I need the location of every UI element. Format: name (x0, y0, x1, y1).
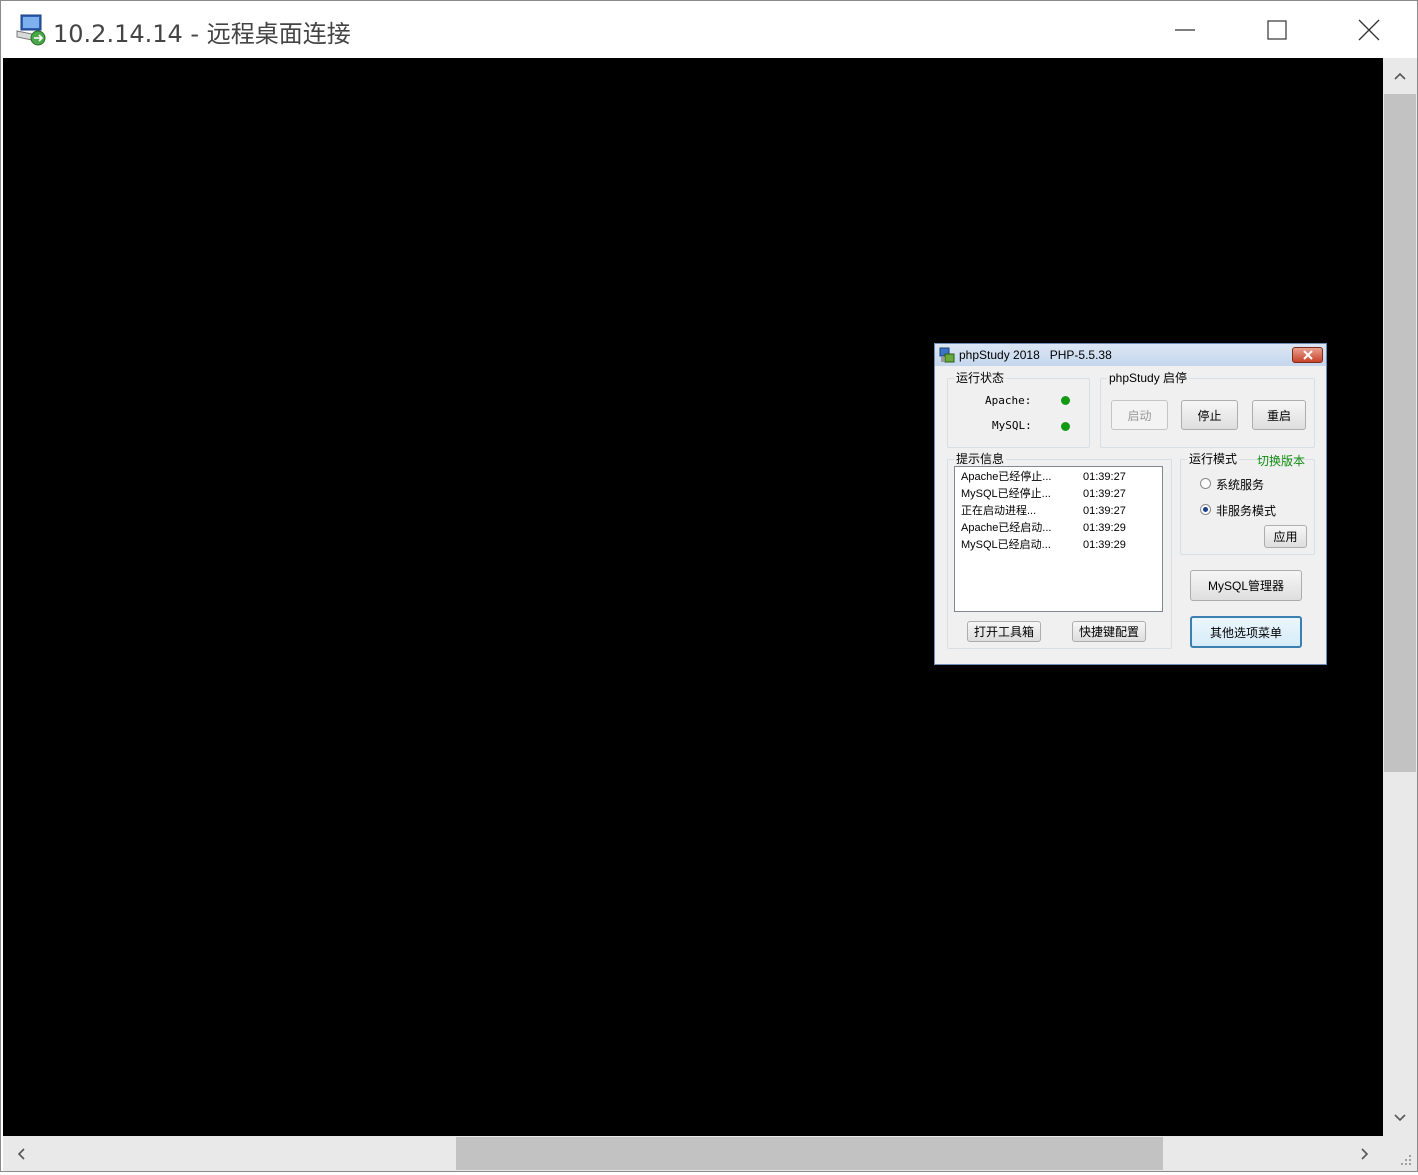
mysql-manager-button[interactable]: MySQL管理器 (1190, 570, 1302, 601)
maximize-button[interactable] (1231, 1, 1323, 58)
scroll-right-button[interactable] (1347, 1136, 1383, 1171)
chevron-down-icon (1394, 1114, 1406, 1122)
horizontal-scrollbar[interactable] (3, 1136, 1383, 1171)
scroll-up-button[interactable] (1383, 58, 1417, 94)
log-message: Apache已经启动... (961, 522, 1052, 534)
log-row: Apache已经启动... 01:39:29 (961, 520, 1161, 537)
mode-group-label: 运行模式 (1187, 452, 1240, 466)
non-service-radio[interactable] (1200, 504, 1211, 515)
log-list[interactable]: Apache已经停止... 01:39:27 MySQL已经停止... 01:3… (954, 466, 1163, 612)
close-icon (1358, 19, 1380, 40)
system-service-radio[interactable] (1200, 478, 1211, 489)
non-service-label[interactable]: 非服务模式 (1216, 502, 1276, 519)
log-time: 01:39:27 (1083, 505, 1126, 517)
maximize-icon (1267, 19, 1287, 40)
status-group-label: 运行状态 (954, 371, 1007, 385)
open-toolbox-button[interactable]: 打开工具箱 (967, 621, 1041, 642)
minimize-icon (1175, 28, 1195, 31)
apache-running-indicator (1061, 396, 1070, 405)
remote-desktop-window: 10.2.14.14 - 远程桌面连接 phpStudy 2018 PHP-5.… (0, 0, 1418, 1172)
phpstudy-dialog: phpStudy 2018 PHP-5.5.38 运行状态 Apache: My… (934, 343, 1327, 665)
scroll-left-button[interactable] (3, 1136, 39, 1171)
close-button[interactable] (1323, 1, 1415, 58)
log-message: 正在启动进程... (961, 505, 1037, 517)
remote-desktop-area[interactable]: phpStudy 2018 PHP-5.5.38 运行状态 Apache: My… (3, 58, 1383, 1136)
info-group-label: 提示信息 (954, 452, 1007, 466)
dialog-title-bar[interactable]: phpStudy 2018 PHP-5.5.38 (935, 344, 1326, 366)
log-row: 正在启动进程... 01:39:27 (961, 503, 1161, 520)
log-time: 01:39:27 (1083, 488, 1126, 500)
vertical-scrollbar[interactable] (1383, 58, 1417, 1136)
log-row: Apache已经停止... 01:39:27 (961, 469, 1161, 486)
log-row: MySQL已经停止... 01:39:27 (961, 486, 1161, 503)
mysql-running-indicator (1061, 422, 1070, 431)
start-button[interactable]: 启动 (1111, 400, 1168, 430)
apply-button[interactable]: 应用 (1264, 525, 1307, 548)
title-bar[interactable]: 10.2.14.14 - 远程桌面连接 (1, 1, 1417, 58)
restart-button[interactable]: 重启 (1252, 400, 1306, 430)
log-message: MySQL已经启动... (961, 539, 1051, 551)
scroll-down-button[interactable] (1383, 1100, 1417, 1136)
horizontal-scroll-thumb[interactable] (456, 1137, 1163, 1170)
log-time: 01:39:27 (1083, 471, 1126, 483)
log-time: 01:39:29 (1083, 539, 1126, 551)
vertical-scroll-thumb[interactable] (1384, 94, 1416, 772)
system-service-label[interactable]: 系统服务 (1216, 476, 1264, 493)
switch-version-link[interactable]: 切换版本 (1257, 452, 1305, 469)
remote-desktop-icon (15, 13, 49, 47)
chevron-up-icon (1394, 72, 1406, 80)
control-group-label: phpStudy 启停 (1107, 371, 1190, 385)
log-message: Apache已经停止... (961, 471, 1052, 483)
status-group (947, 378, 1090, 448)
chevron-right-icon (1361, 1147, 1369, 1160)
phpstudy-icon (939, 347, 955, 363)
hotkey-config-button[interactable]: 快捷键配置 (1072, 621, 1146, 642)
chevron-left-icon (17, 1147, 25, 1160)
apache-status-label: Apache: (985, 394, 1032, 407)
stop-button[interactable]: 停止 (1181, 400, 1238, 430)
minimize-button[interactable] (1139, 1, 1231, 58)
window-title: 10.2.14.14 - 远程桌面连接 (53, 20, 351, 48)
resize-grip-icon (1401, 1155, 1411, 1165)
log-row: MySQL已经启动... 01:39:29 (961, 537, 1161, 554)
mysql-status-label: MySQL: (992, 419, 1032, 432)
log-message: MySQL已经停止... (961, 488, 1051, 500)
close-icon (1302, 350, 1313, 360)
resize-grip[interactable] (1383, 1136, 1417, 1171)
other-options-menu-button[interactable]: 其他选项菜单 (1190, 616, 1302, 648)
dialog-close-button[interactable] (1292, 347, 1323, 363)
log-time: 01:39:29 (1083, 522, 1126, 534)
dialog-title: phpStudy 2018 PHP-5.5.38 (959, 348, 1112, 362)
